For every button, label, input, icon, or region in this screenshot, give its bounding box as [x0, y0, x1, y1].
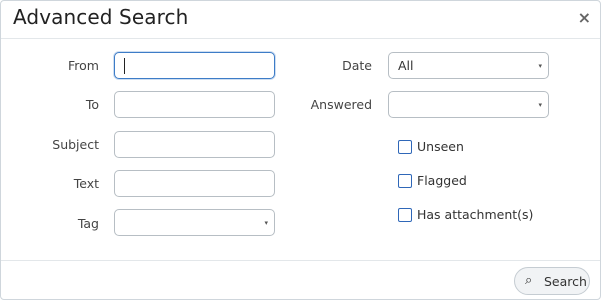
- attachment-label: Has attachment(s): [417, 207, 534, 222]
- from-label: From: [68, 58, 99, 73]
- dialog-header: Advanced Search ×: [1, 1, 600, 39]
- chevron-down-icon: ▾: [538, 62, 542, 70]
- from-field[interactable]: [114, 52, 275, 79]
- subject-label: Subject: [52, 137, 99, 152]
- subject-field[interactable]: [114, 131, 275, 158]
- to-field[interactable]: [114, 91, 275, 118]
- chevron-down-icon: ▾: [264, 219, 268, 227]
- search-icon: ⌕: [525, 273, 533, 288]
- tag-label: Tag: [77, 216, 99, 231]
- text-label: Text: [73, 176, 99, 191]
- text-caret: [124, 58, 125, 74]
- dialog-title: Advanced Search: [13, 5, 189, 29]
- close-icon[interactable]: ×: [578, 10, 591, 26]
- attachment-checkbox[interactable]: [398, 208, 412, 222]
- flagged-checkbox[interactable]: [398, 174, 412, 188]
- tag-select[interactable]: ▾: [114, 209, 275, 236]
- search-button[interactable]: ⌕ Search: [514, 267, 590, 295]
- date-select[interactable]: All ▾: [388, 52, 549, 79]
- unseen-label: Unseen: [417, 139, 464, 154]
- answered-label: Answered: [310, 97, 372, 112]
- date-select-value: All: [398, 58, 414, 73]
- dialog-footer: [1, 260, 600, 300]
- flagged-label: Flagged: [417, 173, 467, 188]
- search-button-label: Search: [544, 274, 587, 289]
- unseen-checkbox[interactable]: [398, 140, 412, 154]
- chevron-down-icon: ▾: [538, 101, 542, 109]
- answered-select[interactable]: ▾: [388, 91, 549, 118]
- text-field[interactable]: [114, 170, 275, 197]
- date-label: Date: [342, 58, 372, 73]
- to-label: To: [85, 97, 99, 112]
- advanced-search-dialog: Advanced Search × From To Subject Text T…: [0, 0, 601, 300]
